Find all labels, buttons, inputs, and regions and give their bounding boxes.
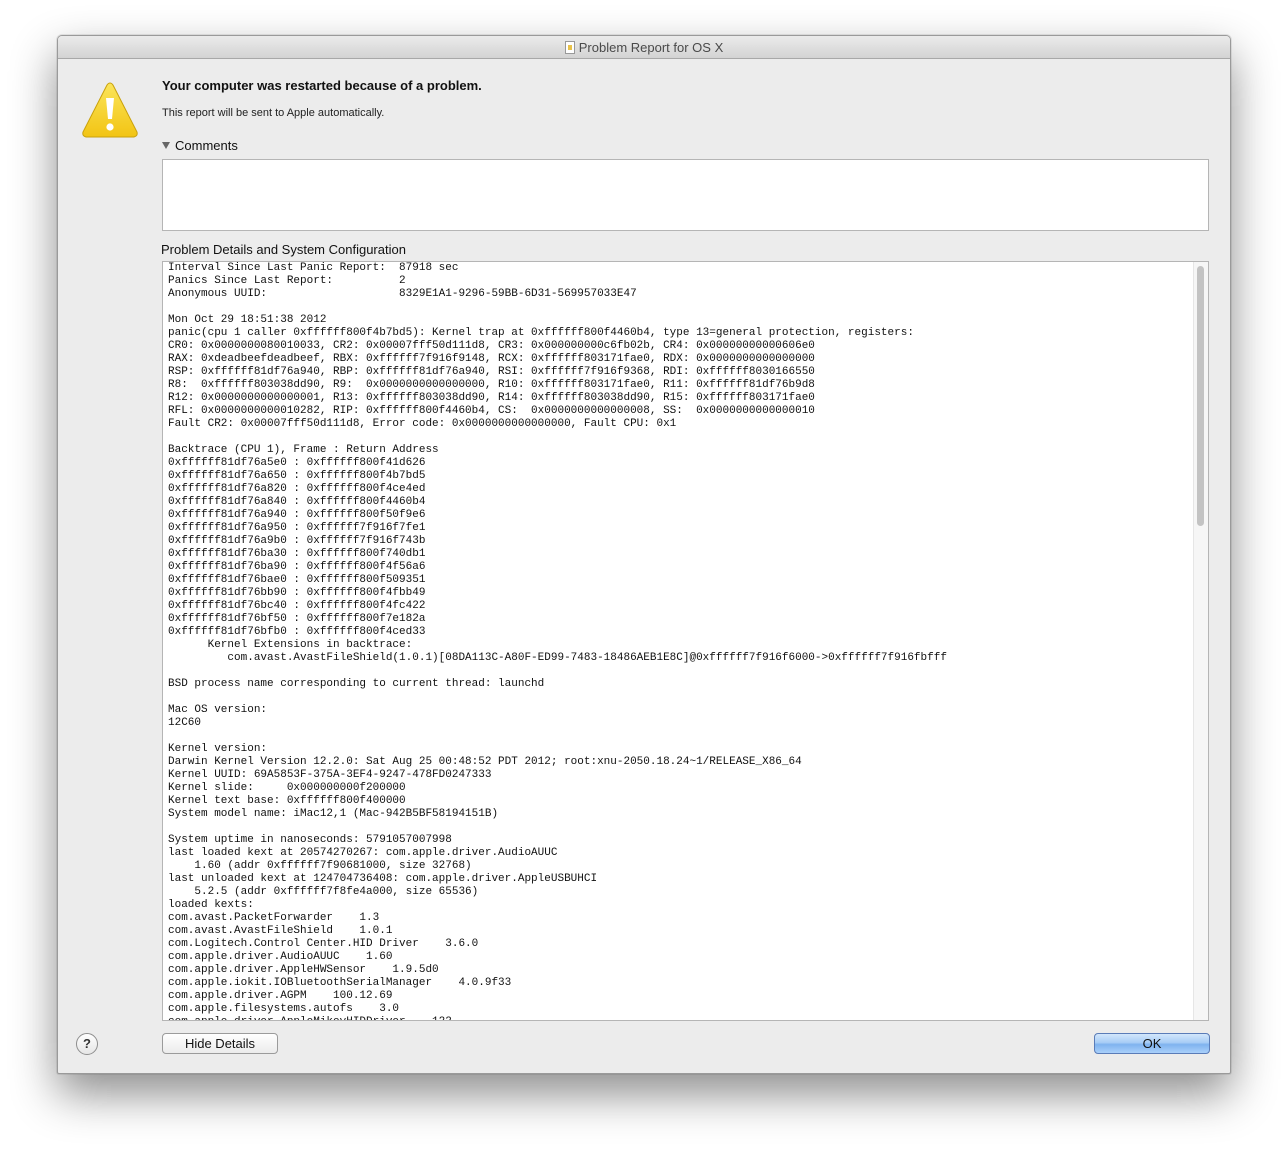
warning-triangle-icon — [82, 82, 138, 138]
report-line: Mac OS version: — [168, 704, 268, 716]
report-line: last unloaded kext at 124704736408: com.… — [168, 873, 598, 885]
details-report-text: Interval Since Last Panic Report: 87918 … — [168, 262, 1193, 1020]
report-line: R8: 0xffffff803038dd90, R9: 0x0000000000… — [168, 379, 815, 391]
report-line: panic(cpu 1 caller 0xffffff800f4b7bd5): … — [168, 327, 914, 339]
report-line: com.apple.driver.AudioAUUC 1.60 — [168, 951, 393, 963]
report-line: Kernel Extensions in backtrace: — [168, 639, 413, 651]
report-line: Darwin Kernel Version 12.2.0: Sat Aug 25… — [168, 756, 802, 768]
report-line: com.apple.driver.AppleHWSensor 1.9.5d0 — [168, 964, 439, 976]
document-icon — [564, 40, 575, 54]
disclosure-triangle-icon[interactable] — [162, 141, 170, 149]
report-line: com.Logitech.Control Center.HID Driver 3… — [168, 938, 479, 950]
report-line: com.avast.AvastFileShield(1.0.1)[08DA113… — [168, 652, 947, 664]
report-line: Panics Since Last Report: 2 — [168, 275, 406, 287]
problem-report-window: Problem Report for OS X Your computer wa… — [57, 35, 1231, 1074]
report-line: loaded kexts: — [168, 899, 254, 911]
report-line: Mon Oct 29 18:51:38 2012 — [168, 314, 327, 326]
title-wrap: Problem Report for OS X — [564, 36, 724, 58]
report-line: com.apple.driver.AGPM 100.12.69 — [168, 990, 393, 1002]
report-line: RSP: 0xffffff81df76a940, RBP: 0xffffff81… — [168, 366, 815, 378]
report-line: 0xffffff81df76a820 : 0xffffff800f4ce4ed — [168, 483, 426, 495]
report-line: Backtrace (CPU 1), Frame : Return Addres… — [168, 444, 439, 456]
ok-button[interactable]: OK — [1094, 1033, 1210, 1054]
report-line: 0xffffff81df76a940 : 0xffffff800f50f9e6 — [168, 509, 426, 521]
help-button[interactable]: ? — [76, 1033, 98, 1055]
report-line: 0xffffff81df76bae0 : 0xffffff800f509351 — [168, 574, 426, 586]
report-line: 0xffffff81df76a950 : 0xffffff7f916f7fe1 — [168, 522, 426, 534]
title-bar[interactable]: Problem Report for OS X — [58, 36, 1230, 59]
report-line: R12: 0x0000000000000001, R13: 0xffffff80… — [168, 392, 815, 404]
window-title: Problem Report for OS X — [578, 39, 724, 55]
report-line: 0xffffff81df76bfb0 : 0xffffff800f4ced33 — [168, 626, 426, 638]
report-line: Kernel slide: 0x000000000f200000 — [168, 782, 406, 794]
report-line: 0xffffff81df76bf50 : 0xffffff800f7e182a — [168, 613, 426, 625]
comments-field[interactable] — [162, 159, 1209, 231]
report-line: 0xffffff81df76bc40 : 0xffffff800f4fc422 — [168, 600, 426, 612]
report-line: RFL: 0x0000000000010282, RIP: 0xffffff80… — [168, 405, 815, 417]
details-scrollbar[interactable] — [1193, 262, 1208, 1020]
report-line: System model name: iMac12,1 (Mac-942B5BF… — [168, 808, 499, 820]
report-line: System uptime in nanoseconds: 5791057007… — [168, 834, 452, 846]
report-line: com.apple.driver.AppleMikeyHIDDriver 122 — [168, 1016, 452, 1020]
report-line: Kernel version: — [168, 743, 268, 755]
report-line: 0xffffff81df76ba30 : 0xffffff800f740db1 — [168, 548, 426, 560]
report-line: last loaded kext at 20574270267: com.app… — [168, 847, 558, 859]
report-line: 0xffffff81df76ba90 : 0xffffff800f4f56a6 — [168, 561, 426, 573]
report-line: Fault CR2: 0x00007fff50d111d8, Error cod… — [168, 418, 677, 430]
report-line: Anonymous UUID: 8329E1A1-9296-59BB-6D31-… — [168, 288, 637, 300]
report-line: 0xffffff81df76a5e0 : 0xffffff800f41d626 — [168, 457, 426, 469]
details-text-area[interactable]: Interval Since Last Panic Report: 87918 … — [162, 261, 1209, 1021]
report-line: BSD process name corresponding to curren… — [168, 678, 545, 690]
report-line: 0xffffff81df76bb90 : 0xffffff800f4fbb49 — [168, 587, 426, 599]
report-line: Kernel text base: 0xffffff800f400000 — [168, 795, 406, 807]
report-subtext: This report will be sent to Apple automa… — [162, 107, 385, 119]
report-line: Interval Since Last Panic Report: 87918 … — [168, 262, 459, 274]
report-line: RAX: 0xdeadbeefdeadbeef, RBX: 0xffffff7f… — [168, 353, 815, 365]
report-line: com.apple.iokit.IOBluetoothSerialManager… — [168, 977, 512, 989]
report-line: 0xffffff81df76a9b0 : 0xffffff7f916f743b — [168, 535, 426, 547]
report-line: 0xffffff81df76a650 : 0xffffff800f4b7bd5 — [168, 470, 426, 482]
hide-details-button[interactable]: Hide Details — [162, 1033, 278, 1054]
comments-label: Comments — [175, 137, 238, 153]
restart-heading: Your computer was restarted because of a… — [162, 78, 482, 93]
report-line: com.avast.AvastFileShield 1.0.1 — [168, 925, 393, 937]
details-label: Problem Details and System Configuration — [161, 242, 406, 257]
report-line: CR0: 0x0000000080010033, CR2: 0x00007fff… — [168, 340, 815, 352]
report-line: 12C60 — [168, 717, 202, 729]
report-line: com.apple.filesystems.autofs 3.0 — [168, 1003, 400, 1015]
comments-disclosure[interactable]: Comments — [162, 137, 238, 153]
report-line: 5.2.5 (addr 0xffffff7f8fe4a000, size 655… — [168, 886, 479, 898]
report-line: 0xffffff81df76a840 : 0xffffff800f4460b4 — [168, 496, 426, 508]
report-line: 1.60 (addr 0xffffff7f90681000, size 3276… — [168, 860, 472, 872]
scrollbar-thumb[interactable] — [1197, 266, 1204, 526]
report-line: Kernel UUID: 69A5853F-375A-3EF4-9247-478… — [168, 769, 492, 781]
report-line: com.avast.PacketForwarder 1.3 — [168, 912, 380, 924]
